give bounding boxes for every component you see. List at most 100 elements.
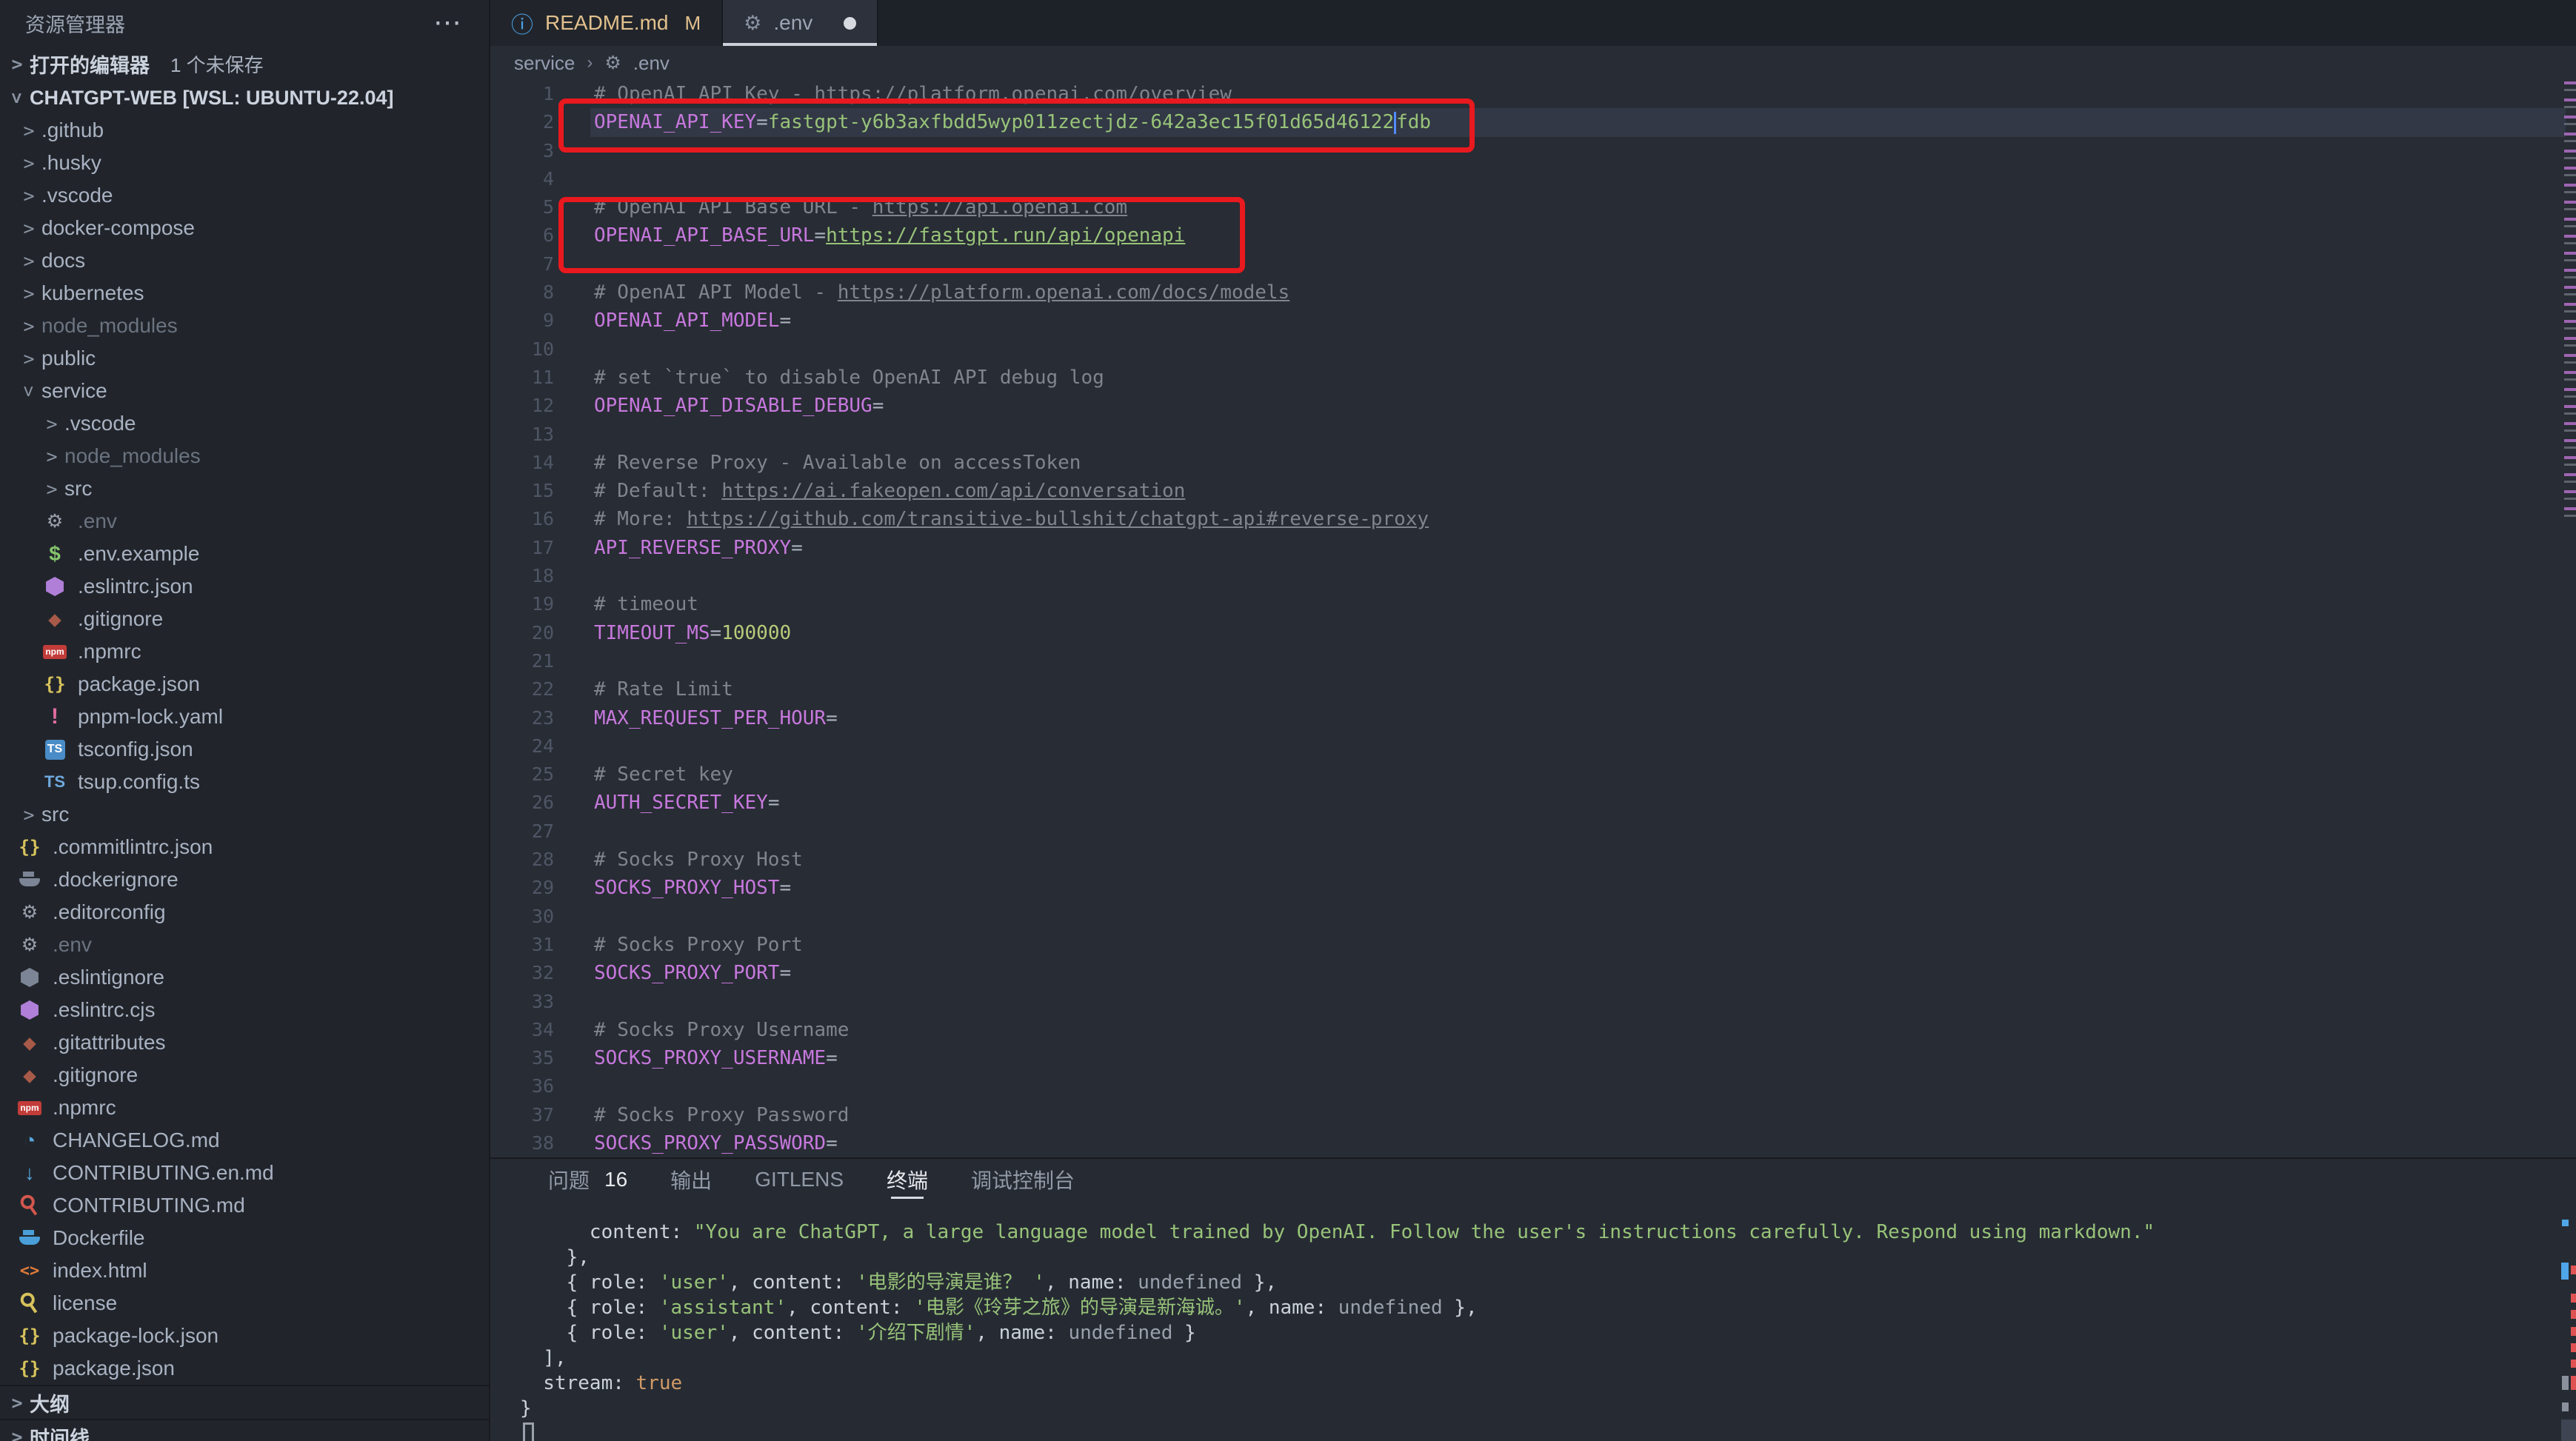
terminal-token: ],: [520, 1347, 567, 1369]
terminal-line-6: ],: [520, 1345, 2524, 1371]
chevron-right-icon: >: [16, 283, 41, 304]
tree-file-package.json[interactable]: {}package.json: [0, 1352, 489, 1385]
sidebar-section-1[interactable]: >时间线: [0, 1419, 489, 1441]
tree-folder-src[interactable]: >src: [0, 472, 489, 505]
sidebar-section-0[interactable]: >大纲: [0, 1385, 489, 1419]
more-actions-icon[interactable]: ⋯: [433, 16, 464, 30]
tree-item-label: .dockerignore: [53, 868, 178, 892]
tree-file-.env[interactable]: ⚙.env: [0, 505, 489, 538]
tree-folder-.vscode[interactable]: >.vscode: [0, 179, 489, 212]
tree-item-label: Dockerfile: [53, 1226, 144, 1250]
breadcrumb-file[interactable]: .env: [633, 52, 670, 75]
chevron-right-icon: >: [16, 804, 41, 826]
tree-file-.eslintrc.json[interactable]: .eslintrc.json: [0, 570, 489, 603]
tree-file-.env[interactable]: ⚙.env: [0, 929, 489, 961]
tree-folder-docker-compose[interactable]: >docker-compose: [0, 212, 489, 244]
code-token: # Socks Proxy Password: [594, 1104, 849, 1126]
code-token: OPENAI_API_MODEL: [594, 310, 779, 332]
tree-folder-service[interactable]: >service: [0, 375, 489, 407]
tree-folder-public[interactable]: >public: [0, 342, 489, 375]
terminal-line-3: { role: 'user', content: '电影的导演是谁？ ', na…: [520, 1270, 2524, 1295]
tree-file-tsup.config.ts[interactable]: TStsup.config.ts: [0, 766, 489, 798]
ruler-mark-9: [2571, 1376, 2576, 1390]
panel-tab-terminal[interactable]: 终端: [887, 1159, 928, 1200]
line-number: 25: [490, 760, 554, 789]
tree-item-label: .gitignore: [53, 1063, 138, 1087]
tree-file-.npmrc[interactable]: npm.npmrc: [0, 1091, 489, 1124]
tab-readme[interactable]: ⓘ README.md M: [490, 0, 723, 46]
terminal-token: '介绍下剧情': [856, 1322, 975, 1344]
panel-tab-gitlens[interactable]: GITLENS: [755, 1159, 844, 1200]
tree-file-.gitignore[interactable]: ◆.gitignore: [0, 603, 489, 635]
editor-pane: ⓘ README.md M ⚙ .env service › ⚙ .env 1#…: [490, 0, 2576, 1157]
tree-item-label: .vscode: [64, 412, 136, 435]
tree-item-label: .commitlintrc.json: [53, 835, 213, 859]
tree-item-label: .env: [78, 509, 117, 533]
tree-file-.gitattributes[interactable]: ◆.gitattributes: [0, 1026, 489, 1059]
ruler-mark-2: [2561, 1263, 2569, 1280]
terminal-output[interactable]: content: "You are ChatGPT, a large langu…: [520, 1220, 2524, 1441]
tree-file-CHANGELOG.md[interactable]: ◔CHANGELOG.md: [0, 1124, 489, 1157]
terminal-token: },: [1443, 1297, 1478, 1319]
line-number: 28: [490, 846, 554, 874]
panel-tab-label: 终端: [887, 1165, 928, 1194]
terminal-token: { role:: [520, 1271, 659, 1294]
code-line-36: 36: [490, 1072, 2576, 1100]
ruler-mark-7: [2571, 1343, 2576, 1352]
tree-file-.eslintignore[interactable]: .eslintignore: [0, 961, 489, 994]
gear-icon: ⚙: [18, 900, 41, 924]
tree-folder-node_modules[interactable]: >node_modules: [0, 440, 489, 472]
tree-folder-node_modules[interactable]: >node_modules: [0, 310, 489, 342]
line-number: 32: [490, 959, 554, 987]
tree-file-license[interactable]: license: [0, 1287, 489, 1320]
tree-folder-.github[interactable]: >.github: [0, 114, 489, 147]
tree-file-.npmrc[interactable]: npm.npmrc: [0, 635, 489, 668]
chevron-down-icon: >: [7, 85, 28, 110]
line-number: 13: [490, 421, 554, 449]
tree-file-Dockerfile[interactable]: Dockerfile: [0, 1222, 489, 1254]
npm-icon: npm: [18, 1096, 41, 1120]
tree-file-tsconfig.json[interactable]: TStsconfig.json: [0, 733, 489, 766]
tree-folder-kubernetes[interactable]: >kubernetes: [0, 277, 489, 310]
npm-icon: npm: [43, 640, 67, 663]
tree-file-pnpm-lock.yaml[interactable]: !pnpm-lock.yaml: [0, 701, 489, 733]
panel-tab-debug-console[interactable]: 调试控制台: [971, 1159, 1075, 1200]
terminal-line-4: { role: 'assistant', content: '电影《玲芽之旅》的…: [520, 1295, 2524, 1320]
tree-folder-.husky[interactable]: >.husky: [0, 147, 489, 179]
tree-file-package-lock.json[interactable]: {}package-lock.json: [0, 1320, 489, 1352]
tree-folder-docs[interactable]: >docs: [0, 244, 489, 277]
panel-tab-output[interactable]: 输出: [670, 1159, 712, 1200]
project-root-item[interactable]: > CHATGPT-WEB [WSL: UBUNTU-22.04]: [0, 81, 489, 114]
tree-file-index.html[interactable]: <>index.html: [0, 1254, 489, 1287]
tree-folder-src[interactable]: >src: [0, 798, 489, 831]
chevron-right-icon: >: [4, 1392, 30, 1414]
open-editors-section[interactable]: > 打开的编辑器 1 个未保存: [0, 46, 489, 81]
terminal-line-5: { role: 'user', content: '介绍下剧情', name: …: [520, 1320, 2524, 1345]
unsaved-dot-icon[interactable]: [844, 17, 856, 30]
html-icon: <>: [18, 1259, 41, 1283]
tab-env[interactable]: ⚙ .env: [723, 0, 878, 46]
panel-tab-problems[interactable]: 问题 16: [548, 1159, 627, 1200]
tree-folder-.vscode[interactable]: >.vscode: [0, 407, 489, 440]
code-token: https://platform.openai.com/docs/models: [838, 281, 1289, 304]
tree-item-label: service: [41, 379, 107, 403]
git-icon: ◆: [43, 607, 67, 631]
tree-file-package.json[interactable]: {}package.json: [0, 668, 489, 701]
tree-file-.eslintrc.cjs[interactable]: .eslintrc.cjs: [0, 994, 489, 1026]
terminal-token: "You are ChatGPT, a large language model…: [694, 1221, 2155, 1243]
code-token: API_REVERSE_PROXY: [594, 537, 791, 559]
code-token: SOCKS_PROXY_PORT: [594, 962, 779, 984]
terminal-token: 'user': [659, 1271, 729, 1294]
tree-file-.editorconfig[interactable]: ⚙.editorconfig: [0, 896, 489, 929]
tree-file-.env.example[interactable]: $.env.example: [0, 538, 489, 570]
code-token: =: [826, 1047, 838, 1069]
tree-file-.dockerignore[interactable]: .dockerignore: [0, 863, 489, 896]
tree-file-CONTRIBUTING.md[interactable]: CONTRIBUTING.md: [0, 1189, 489, 1222]
code-line-12: 12OPENAI_API_DISABLE_DEBUG=: [490, 392, 2576, 420]
tree-file-.gitignore[interactable]: ◆.gitignore: [0, 1059, 489, 1091]
tree-file-.commitlintrc.json[interactable]: {}.commitlintrc.json: [0, 831, 489, 863]
tree-file-CONTRIBUTING.en.md[interactable]: ↓CONTRIBUTING.en.md: [0, 1157, 489, 1189]
code-line-25: 25# Secret key: [490, 760, 2576, 789]
breadcrumb-folder[interactable]: service: [514, 52, 575, 75]
panel-tab-label: GITLENS: [755, 1168, 844, 1191]
